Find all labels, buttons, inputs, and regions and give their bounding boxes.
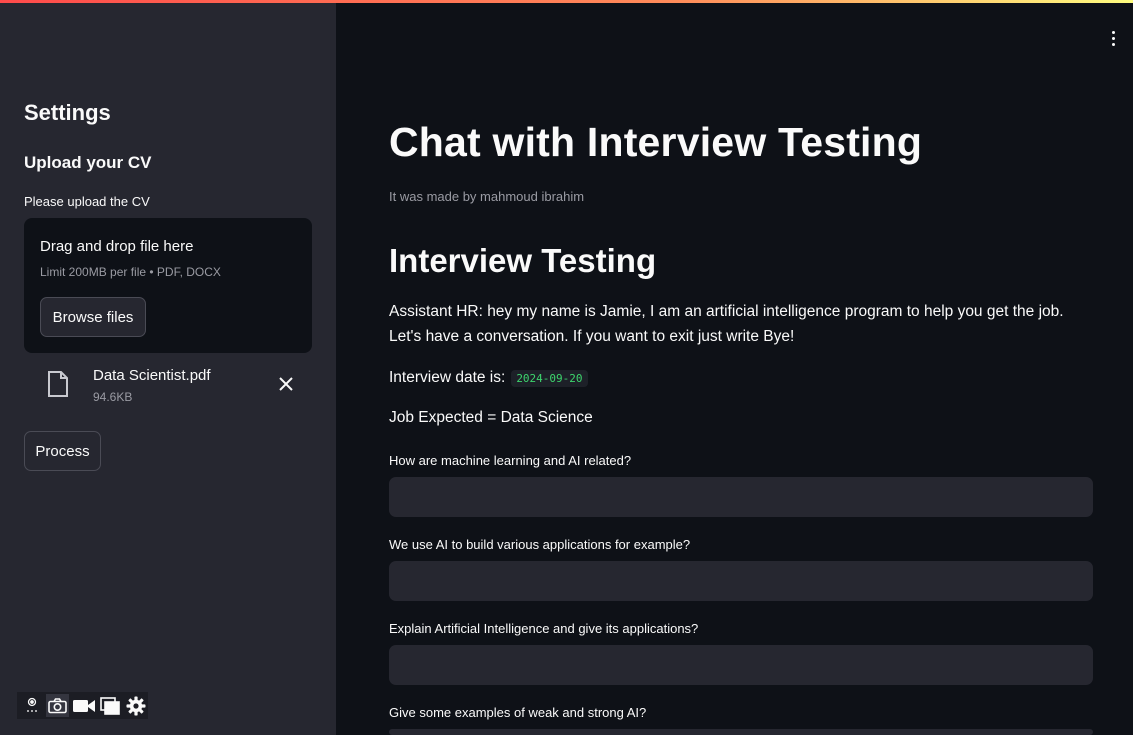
browse-files-button[interactable]: Browse files: [40, 297, 146, 337]
process-button[interactable]: Process: [24, 431, 101, 471]
section-title: Interview Testing: [389, 242, 657, 279]
upload-label: Please upload the CV: [24, 194, 150, 209]
job-expected: Job Expected = Data Science: [389, 409, 593, 426]
interview-date: Interview date is: 2024-09-20: [389, 369, 588, 387]
question-label: We use AI to build various applications …: [389, 537, 691, 552]
page-title: Chat with Interview Testing: [389, 119, 923, 165]
uploaded-file: Data Scientist.pdf 94.6KB: [24, 362, 312, 410]
camera-icon[interactable]: [46, 694, 69, 717]
assistant-message: Assistant HR: hey my name is Jamie, I am…: [389, 303, 1064, 345]
record-icon[interactable]: [20, 694, 43, 717]
date-value: 2024-09-20: [511, 369, 588, 387]
window-icon[interactable]: [98, 694, 121, 717]
dropzone-limit: Limit 200MB per file • PDF, DOCX: [40, 265, 221, 279]
gear-icon[interactable]: [124, 694, 147, 717]
file-name: Data Scientist.pdf: [93, 367, 211, 384]
question-label: Explain Artificial Intelligence and give…: [389, 621, 699, 636]
author-caption: It was made by mahmoud ibrahim: [389, 189, 585, 204]
date-prefix: Interview date is:: [389, 369, 506, 386]
upload-header: Upload your CV: [24, 153, 152, 172]
question-label: How are machine learning and AI related?: [389, 453, 632, 468]
answer-input[interactable]: [389, 645, 1093, 685]
close-icon[interactable]: [276, 374, 296, 394]
main-content: Chat with Interview Testing It was made …: [336, 0, 1133, 735]
question-label: Give some examples of weak and strong AI…: [389, 705, 647, 720]
answer-input[interactable]: [389, 477, 1093, 517]
sidebar: Settings Upload your CV Please upload th…: [0, 0, 336, 735]
file-dropzone[interactable]: Drag and drop file here Limit 200MB per …: [24, 218, 312, 353]
answer-input[interactable]: [389, 561, 1093, 601]
sidebar-title: Settings: [24, 100, 111, 125]
file-size: 94.6KB: [93, 390, 133, 404]
video-icon[interactable]: [72, 694, 95, 717]
top-decoration-bar: [0, 0, 1133, 3]
file-icon: [46, 370, 70, 398]
recording-toolbar: [17, 692, 148, 719]
answer-input[interactable]: [389, 729, 1093, 735]
dropzone-title: Drag and drop file here: [40, 238, 194, 255]
more-menu-icon[interactable]: [1103, 26, 1123, 50]
